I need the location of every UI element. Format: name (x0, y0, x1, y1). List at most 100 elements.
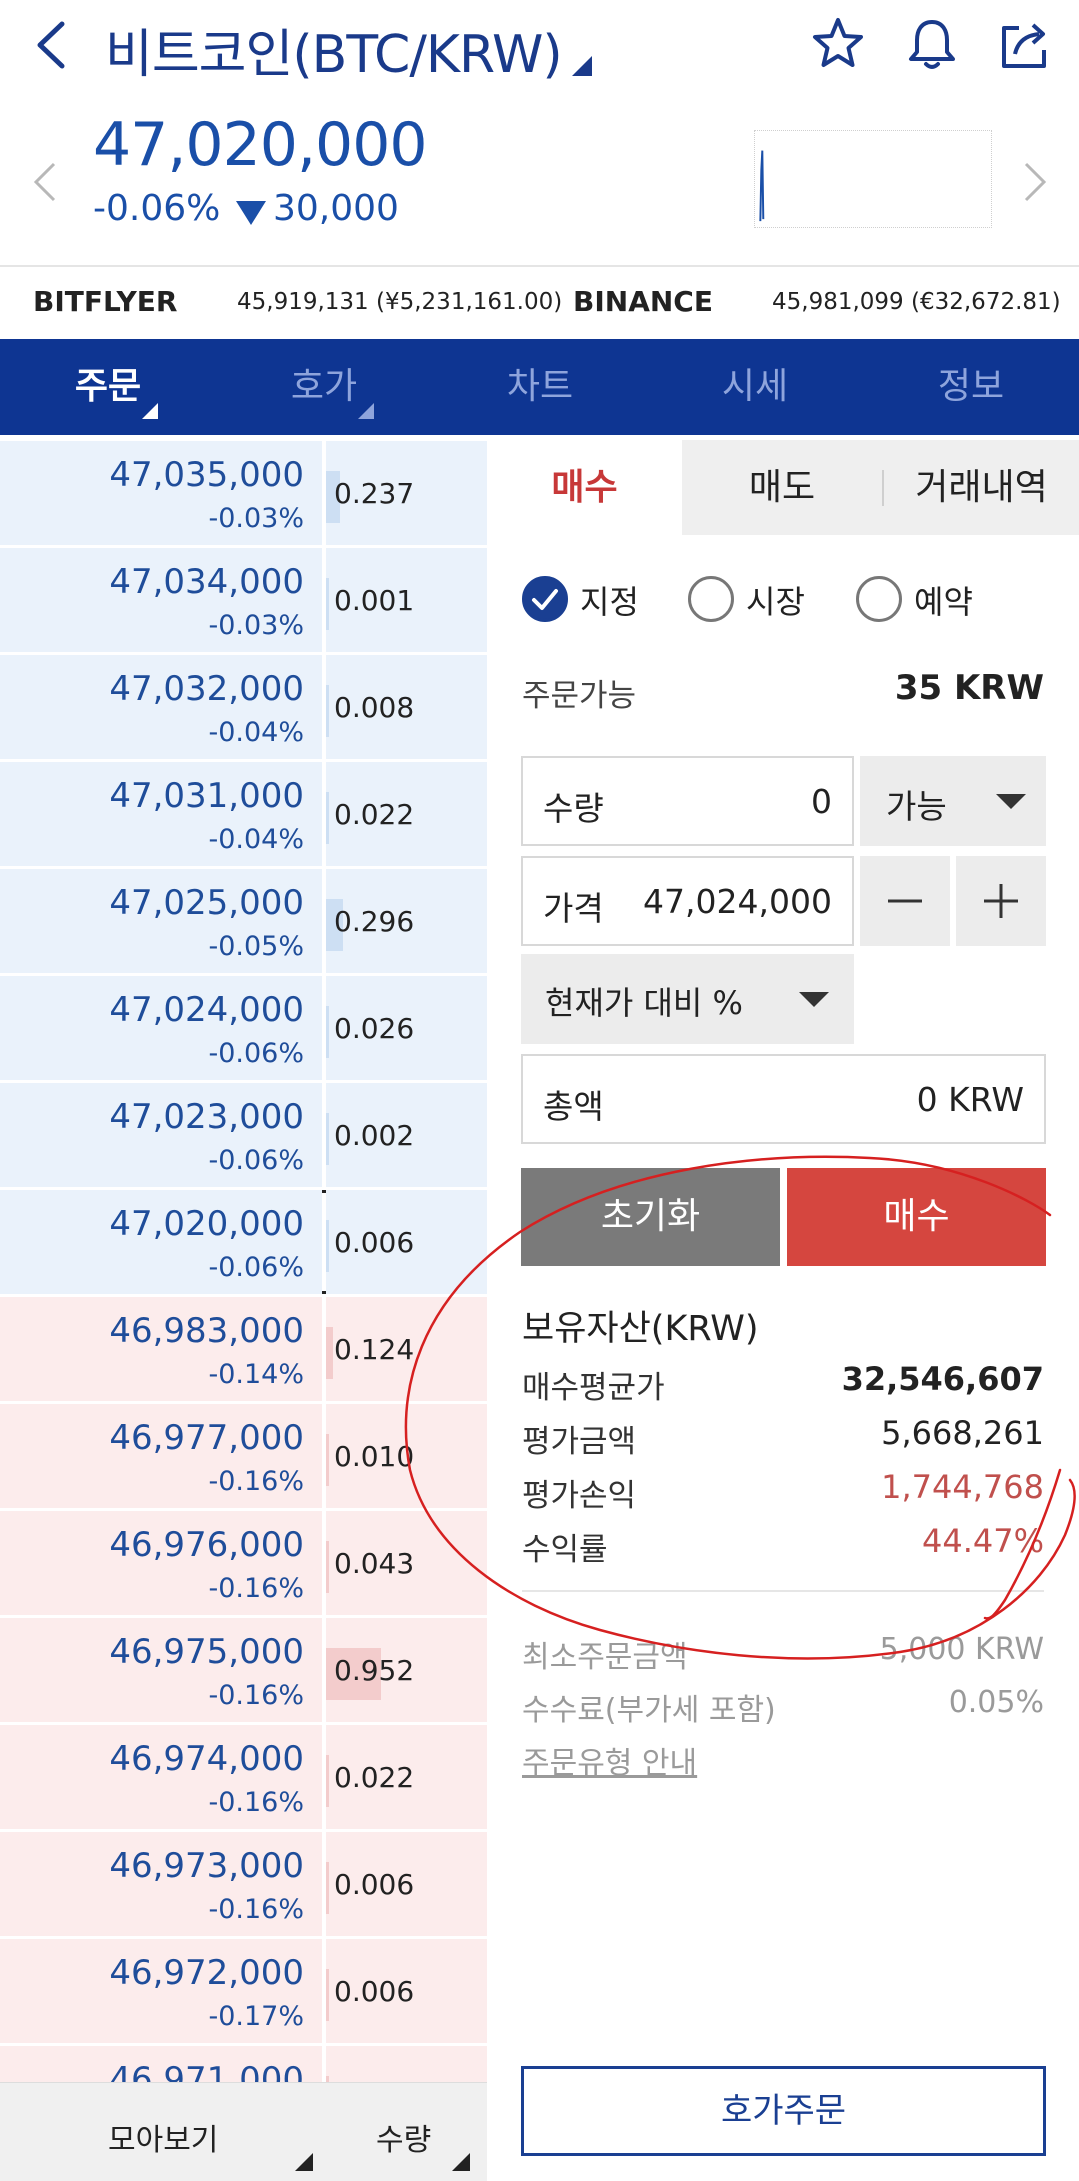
volume-bar (326, 1220, 329, 1272)
next-coin-icon[interactable] (1020, 160, 1050, 204)
bell-icon[interactable] (902, 14, 962, 74)
holding-label: 평가손익 (522, 1478, 637, 1514)
price-cell[interactable]: 46,975,000 -0.16% (0, 1618, 322, 1722)
percent-of-price-dropdown[interactable]: 현재가 대비 % (521, 954, 854, 1044)
quantity-cell[interactable]: 0.022 (326, 762, 487, 866)
quantity-cell[interactable]: 0.124 (326, 1297, 487, 1401)
quantity-cell[interactable]: 0.043 (326, 1511, 487, 1615)
price-cell[interactable]: 46,977,000 -0.16% (0, 1404, 322, 1508)
price-cell[interactable]: 47,023,000 -0.06% (0, 1083, 322, 1187)
quantity-cell[interactable]: 0.296 (326, 869, 487, 973)
volume-bar (326, 1755, 329, 1807)
quantity-cell[interactable]: 0.010 (326, 1404, 487, 1508)
tab-order[interactable]: 주문 (0, 339, 216, 435)
quantity-cell[interactable]: 0.022 (326, 1725, 487, 1829)
price-cell[interactable]: 47,032,000 -0.04% (0, 655, 322, 759)
subtab-buy[interactable]: 매수 (487, 440, 682, 535)
orderbook-row[interactable]: 47,031,000 -0.04% 0.022 (0, 762, 487, 866)
radio-reserve[interactable] (856, 576, 902, 622)
dropdown-label: 현재가 대비 % (545, 984, 743, 1022)
tab-chart[interactable]: 차트 (432, 339, 648, 435)
price-cell[interactable]: 46,974,000 -0.16% (0, 1725, 322, 1829)
back-arrow-icon[interactable] (30, 18, 78, 72)
quantity-cell[interactable]: 0.006 (326, 1939, 487, 2043)
price-cell[interactable]: 47,035,000 -0.03% (0, 441, 322, 545)
orderbook-row[interactable]: 47,025,000 -0.05% 0.296 (0, 869, 487, 973)
prev-coin-icon[interactable] (30, 160, 60, 204)
quantity-cell[interactable]: 0.008 (326, 655, 487, 759)
dropdown-caret-icon[interactable] (452, 2153, 470, 2171)
order-type-guide-link[interactable]: 주문유형 안내 (522, 1738, 697, 1782)
quantity-cell[interactable]: 0.002 (326, 1083, 487, 1187)
order-book[interactable]: 47,035,000 -0.03% 0.237 47,034,000 -0.03% 0.0… (0, 440, 487, 2082)
buy-button[interactable]: 매수 (787, 1168, 1046, 1266)
radio-limit[interactable] (522, 576, 568, 622)
subtab-history[interactable]: 거래내역 (884, 440, 1079, 535)
change-percent: -0.06% (93, 188, 221, 229)
orderbook-row[interactable]: 46,977,000 -0.16% 0.010 (0, 1404, 487, 1508)
tab-info[interactable]: 정보 (863, 339, 1079, 435)
price-cell[interactable]: 46,971,000 (0, 2046, 322, 2082)
price-cell[interactable]: 47,020,000 -0.06% (0, 1190, 322, 1294)
price-cell[interactable]: 46,972,000 -0.17% (0, 1939, 322, 2043)
price-value[interactable]: 47,024,000 (643, 882, 832, 921)
group-view-selector[interactable]: 모아보기 (108, 2115, 218, 2159)
orderbook-row[interactable]: 46,971,000 (0, 2046, 487, 2082)
orderbook-quantity: 0.237 (334, 477, 415, 510)
price-increase-button[interactable] (956, 856, 1046, 946)
orderbook-row[interactable]: 46,972,000 -0.17% 0.006 (0, 1939, 487, 2043)
mini-price-chart[interactable] (754, 130, 992, 228)
orderbook-row[interactable]: 46,976,000 -0.16% 0.043 (0, 1511, 487, 1615)
orderbook-row[interactable]: 47,024,000 -0.06% 0.026 (0, 976, 487, 1080)
quantity-field[interactable]: 수량 0 (521, 756, 854, 846)
total-value[interactable]: 0 KRW (917, 1080, 1024, 1119)
tab-orderbook[interactable]: 호가 (216, 339, 432, 435)
price-cell[interactable]: 47,031,000 -0.04% (0, 762, 322, 866)
orderbook-row[interactable]: 46,975,000 -0.16% 0.952 (0, 1618, 487, 1722)
title-caret-icon[interactable] (572, 56, 592, 76)
quantity-cell[interactable]: 0.001 (326, 548, 487, 652)
orderbook-row[interactable]: 47,035,000 -0.03% 0.237 (0, 441, 487, 545)
orderbook-price: 46,972,000 (109, 1953, 304, 1993)
qty-available-dropdown[interactable]: 가능 (860, 756, 1046, 846)
price-cell[interactable]: 47,034,000 -0.03% (0, 548, 322, 652)
volume-bar (326, 1541, 329, 1593)
dropdown-caret-icon (996, 794, 1026, 809)
qty-mode-selector[interactable]: 수량 (376, 2115, 431, 2159)
orderbook-row[interactable]: 47,023,000 -0.06% 0.002 (0, 1083, 487, 1187)
orderbook-row[interactable]: 47,020,000 -0.06% 0.006 (0, 1190, 487, 1294)
dropdown-caret-icon[interactable] (295, 2153, 313, 2171)
price-cell[interactable]: 46,973,000 -0.16% (0, 1832, 322, 1936)
quantity-cell[interactable]: 0.006 (326, 1190, 487, 1294)
fee-label: 수수료(부가세 포함) (522, 1693, 776, 1728)
orderbook-row[interactable]: 46,983,000 -0.14% 0.124 (0, 1297, 487, 1401)
quantity-cell[interactable]: 0.006 (326, 1832, 487, 1936)
quantity-cell[interactable] (326, 2046, 487, 2082)
orderbook-row[interactable]: 47,032,000 -0.04% 0.008 (0, 655, 487, 759)
holding-label: 매수평균가 (522, 1370, 665, 1406)
price-cell[interactable]: 47,024,000 -0.06% (0, 976, 322, 1080)
quantity-cell[interactable]: 0.026 (326, 976, 487, 1080)
price-field[interactable]: 가격 47,024,000 (521, 856, 854, 946)
price-cell[interactable]: 46,976,000 -0.16% (0, 1511, 322, 1615)
quantity-value[interactable]: 0 (811, 782, 832, 821)
quantity-cell[interactable]: 0.952 (326, 1618, 487, 1722)
price-cell[interactable]: 46,983,000 -0.14% (0, 1297, 322, 1401)
tab-quotes[interactable]: 시세 (647, 339, 863, 435)
orderbook-row[interactable]: 47,034,000 -0.03% 0.001 (0, 548, 487, 652)
star-icon[interactable] (808, 14, 868, 74)
share-icon[interactable] (995, 14, 1055, 74)
volume-bar (326, 685, 329, 737)
quantity-cell[interactable]: 0.237 (326, 441, 487, 545)
price-cell[interactable]: 47,025,000 -0.05% (0, 869, 322, 973)
reset-button[interactable]: 초기화 (521, 1168, 780, 1266)
total-field[interactable]: 총액 0 KRW (521, 1054, 1046, 1144)
orderbook-order-button[interactable]: 호가주문 (521, 2066, 1046, 2156)
tab-caret-icon (142, 403, 158, 419)
subtab-sell[interactable]: 매도 (682, 440, 882, 535)
price-decrease-button[interactable] (860, 856, 950, 946)
radio-market[interactable] (688, 576, 734, 622)
coin-title[interactable]: 비트코인(BTC/KRW) (105, 12, 563, 87)
orderbook-row[interactable]: 46,973,000 -0.16% 0.006 (0, 1832, 487, 1936)
orderbook-row[interactable]: 46,974,000 -0.16% 0.022 (0, 1725, 487, 1829)
